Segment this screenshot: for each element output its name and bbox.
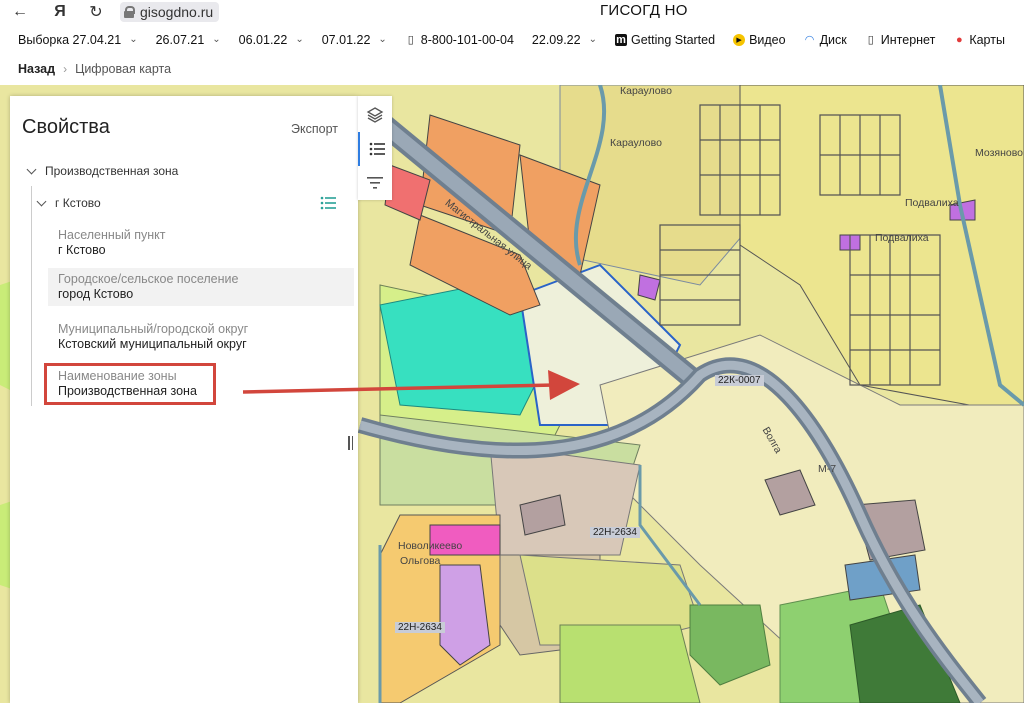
filter-icon: [367, 177, 383, 189]
layers-button[interactable]: [358, 98, 392, 132]
map-toolbar: [358, 96, 392, 200]
annotation-arrow: [242, 370, 580, 400]
panel-resize-handle[interactable]: [348, 436, 354, 450]
layers-icon: [366, 107, 384, 123]
list-icon: [369, 142, 385, 156]
filter-button[interactable]: [358, 166, 392, 200]
properties-tab-button[interactable]: [358, 132, 394, 166]
